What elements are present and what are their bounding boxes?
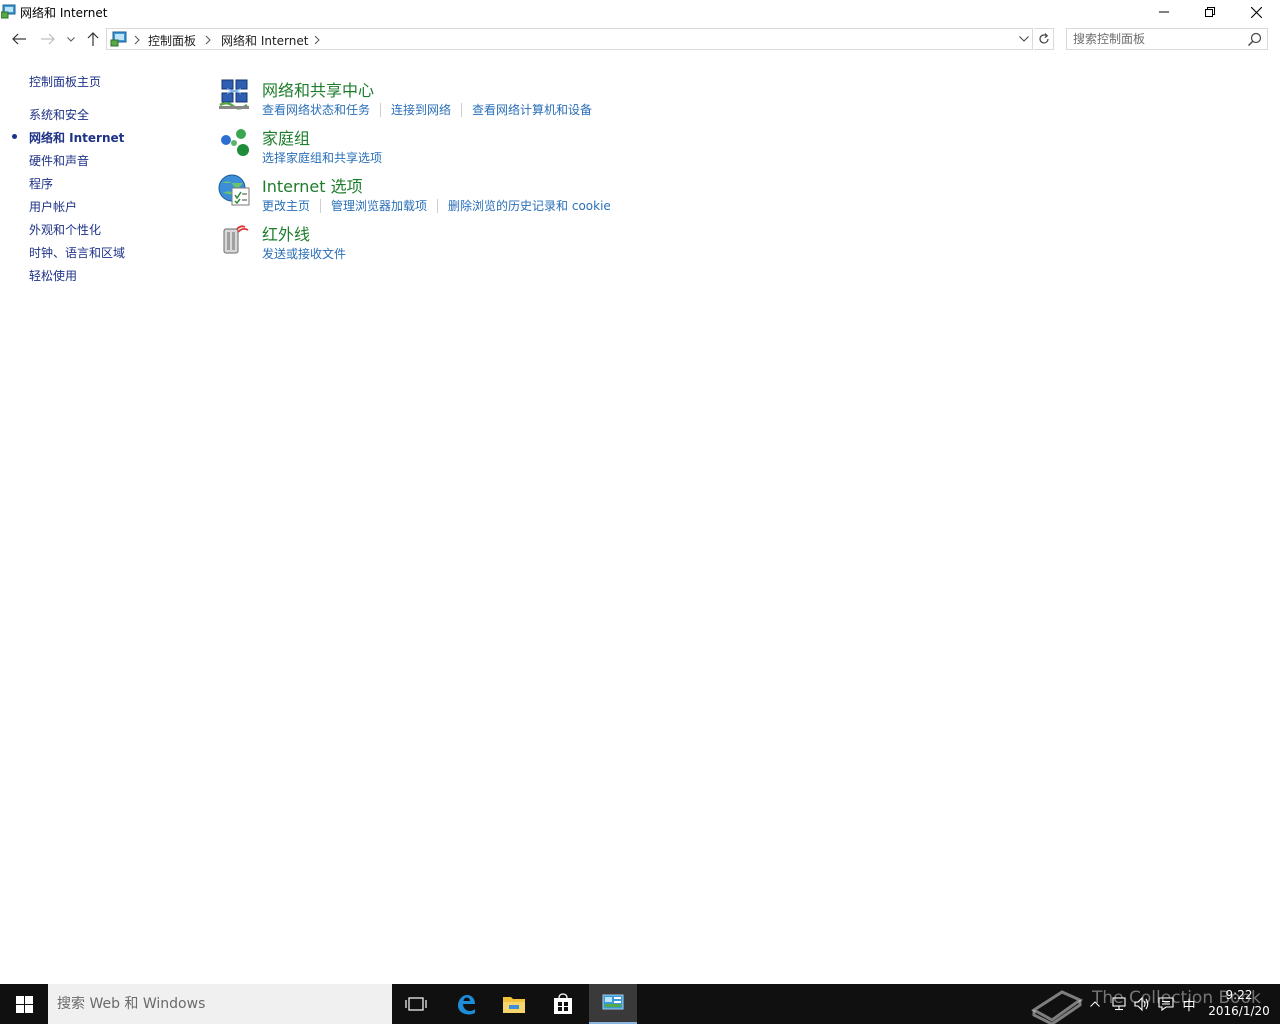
connect-to-network-link[interactable]: 连接到网络 [391, 101, 451, 118]
sidebar-item-programs[interactable]: 程序 [29, 175, 53, 192]
sidebar-item-appearance[interactable]: 外观和个性化 [29, 221, 101, 238]
input-method-button[interactable]: 中 [1178, 984, 1200, 1024]
navigation-bar: 控制面板 网络和 Internet [0, 26, 1280, 52]
task-view-icon [405, 997, 427, 1011]
refresh-icon [1038, 33, 1049, 44]
view-network-status-link[interactable]: 查看网络状态和任务 [262, 101, 370, 118]
network-sharing-center-icon[interactable] [217, 77, 251, 111]
store-icon [554, 993, 572, 1014]
send-receive-files-link[interactable]: 发送或接收文件 [262, 245, 346, 262]
network-sharing-center-title[interactable]: 网络和共享中心 [262, 77, 374, 101]
up-button[interactable] [82, 26, 104, 52]
arrow-up-icon [87, 32, 99, 46]
forward-button[interactable] [37, 26, 59, 52]
window-title: 网络和 Internet [20, 6, 108, 20]
close-button[interactable] [1233, 0, 1279, 24]
sidebar-item-network-internet[interactable]: 网络和 Internet [29, 129, 124, 146]
breadcrumb-network-internet[interactable]: 网络和 Internet [221, 32, 308, 49]
sidebar-item-system-security[interactable]: 系统和安全 [29, 106, 89, 123]
delete-browsing-history-link[interactable]: 删除浏览的历史记录和 cookie [448, 197, 611, 214]
breadcrumb-separator-icon[interactable] [204, 34, 212, 45]
view-network-computers-link[interactable]: 查看网络计算机和设备 [472, 101, 592, 118]
control-panel-icon [602, 994, 624, 1010]
active-indicator-icon [12, 134, 17, 139]
taskbar-search-input[interactable] [57, 995, 377, 1013]
taskbar-search-box[interactable] [48, 984, 392, 1024]
book-watermark-icon [1031, 990, 1084, 1024]
system-clock[interactable]: 9:22 2016/1/20 [1204, 987, 1274, 1019]
recent-locations-button[interactable] [64, 26, 78, 52]
restore-button[interactable] [1187, 0, 1233, 24]
file-explorer-button[interactable] [490, 984, 538, 1024]
breadcrumb-separator-icon[interactable] [133, 34, 141, 45]
chevron-up-icon [1090, 1001, 1100, 1007]
network-tray-button[interactable] [1108, 984, 1130, 1024]
network-icon [1112, 997, 1126, 1011]
control-panel-icon [110, 31, 127, 47]
windows-logo-icon [15, 995, 33, 1013]
link-divider [437, 198, 439, 213]
speaker-icon [1134, 997, 1149, 1011]
control-panel-taskbar-button[interactable] [589, 984, 637, 1024]
arrow-left-icon [12, 33, 26, 45]
sidebar-item-clock-region[interactable]: 时钟、语言和区域 [29, 244, 125, 261]
chevron-down-icon [1019, 36, 1029, 42]
infrared-icon[interactable] [217, 221, 251, 255]
show-hidden-icons-button[interactable] [1086, 984, 1104, 1024]
homegroup-sharing-options-link[interactable]: 选择家庭组和共享选项 [262, 149, 382, 166]
sidebar-item-hardware-sound[interactable]: 硬件和声音 [29, 152, 89, 169]
volume-tray-button[interactable] [1131, 984, 1153, 1024]
homegroup-title[interactable]: 家庭组 [262, 125, 310, 149]
sidebar-item-user-accounts[interactable]: 用户帐户 [29, 198, 77, 215]
infrared-title[interactable]: 红外线 [262, 221, 310, 245]
internet-options-links: 更改主页 管理浏览器加载项 删除浏览的历史记录和 cookie [262, 197, 611, 214]
clock-time: 9:22 [1225, 988, 1253, 1002]
sidebar-item-ease-of-access[interactable]: 轻松使用 [29, 267, 77, 284]
file-explorer-icon [503, 997, 525, 1013]
change-homepage-link[interactable]: 更改主页 [262, 197, 310, 214]
network-sharing-center-links: 查看网络状态和任务 连接到网络 查看网络计算机和设备 [262, 101, 592, 118]
back-button[interactable] [8, 26, 30, 52]
control-panel-window: 网络和 Internet 控制面板 网络和 Internet 搜索控制面板 控制… [0, 0, 1280, 984]
notification-icon [1158, 997, 1174, 1011]
infrared-links: 发送或接收文件 [262, 245, 346, 262]
link-divider [320, 198, 322, 213]
link-divider [380, 102, 382, 117]
breadcrumb-control-panel[interactable]: 控制面板 [148, 32, 196, 49]
address-bar[interactable]: 控制面板 网络和 Internet [106, 28, 1033, 50]
search-icon[interactable] [1247, 32, 1263, 48]
manage-addons-link[interactable]: 管理浏览器加载项 [331, 197, 427, 214]
clock-date: 2016/1/20 [1208, 1004, 1270, 1018]
edge-icon [458, 995, 475, 1015]
edge-button[interactable] [442, 984, 490, 1024]
homegroup-icon[interactable] [217, 125, 251, 159]
minimize-button[interactable] [1141, 0, 1187, 24]
task-view-button[interactable] [392, 984, 440, 1024]
arrow-right-icon [41, 33, 55, 45]
homegroup-links: 选择家庭组和共享选项 [262, 149, 382, 166]
internet-options-title[interactable]: Internet 选项 [262, 173, 363, 197]
title-bar[interactable]: 网络和 Internet [0, 0, 1280, 24]
link-divider [461, 102, 463, 117]
search-box[interactable] [1066, 28, 1268, 50]
start-button[interactable] [0, 984, 48, 1024]
taskbar: The Collection Book 中 9:22 2016/1/20 [0, 984, 1280, 1024]
store-button[interactable] [539, 984, 587, 1024]
action-center-button[interactable] [1155, 984, 1177, 1024]
internet-options-icon[interactable] [217, 173, 251, 207]
address-history-button[interactable] [1016, 29, 1032, 49]
sidebar-item-control-panel-home[interactable]: 控制面板主页 [29, 73, 101, 90]
control-panel-icon [0, 3, 16, 19]
refresh-button[interactable] [1034, 28, 1054, 50]
search-input[interactable] [1073, 31, 1243, 47]
breadcrumb-separator-icon[interactable] [313, 34, 321, 45]
chevron-down-icon [67, 36, 75, 42]
